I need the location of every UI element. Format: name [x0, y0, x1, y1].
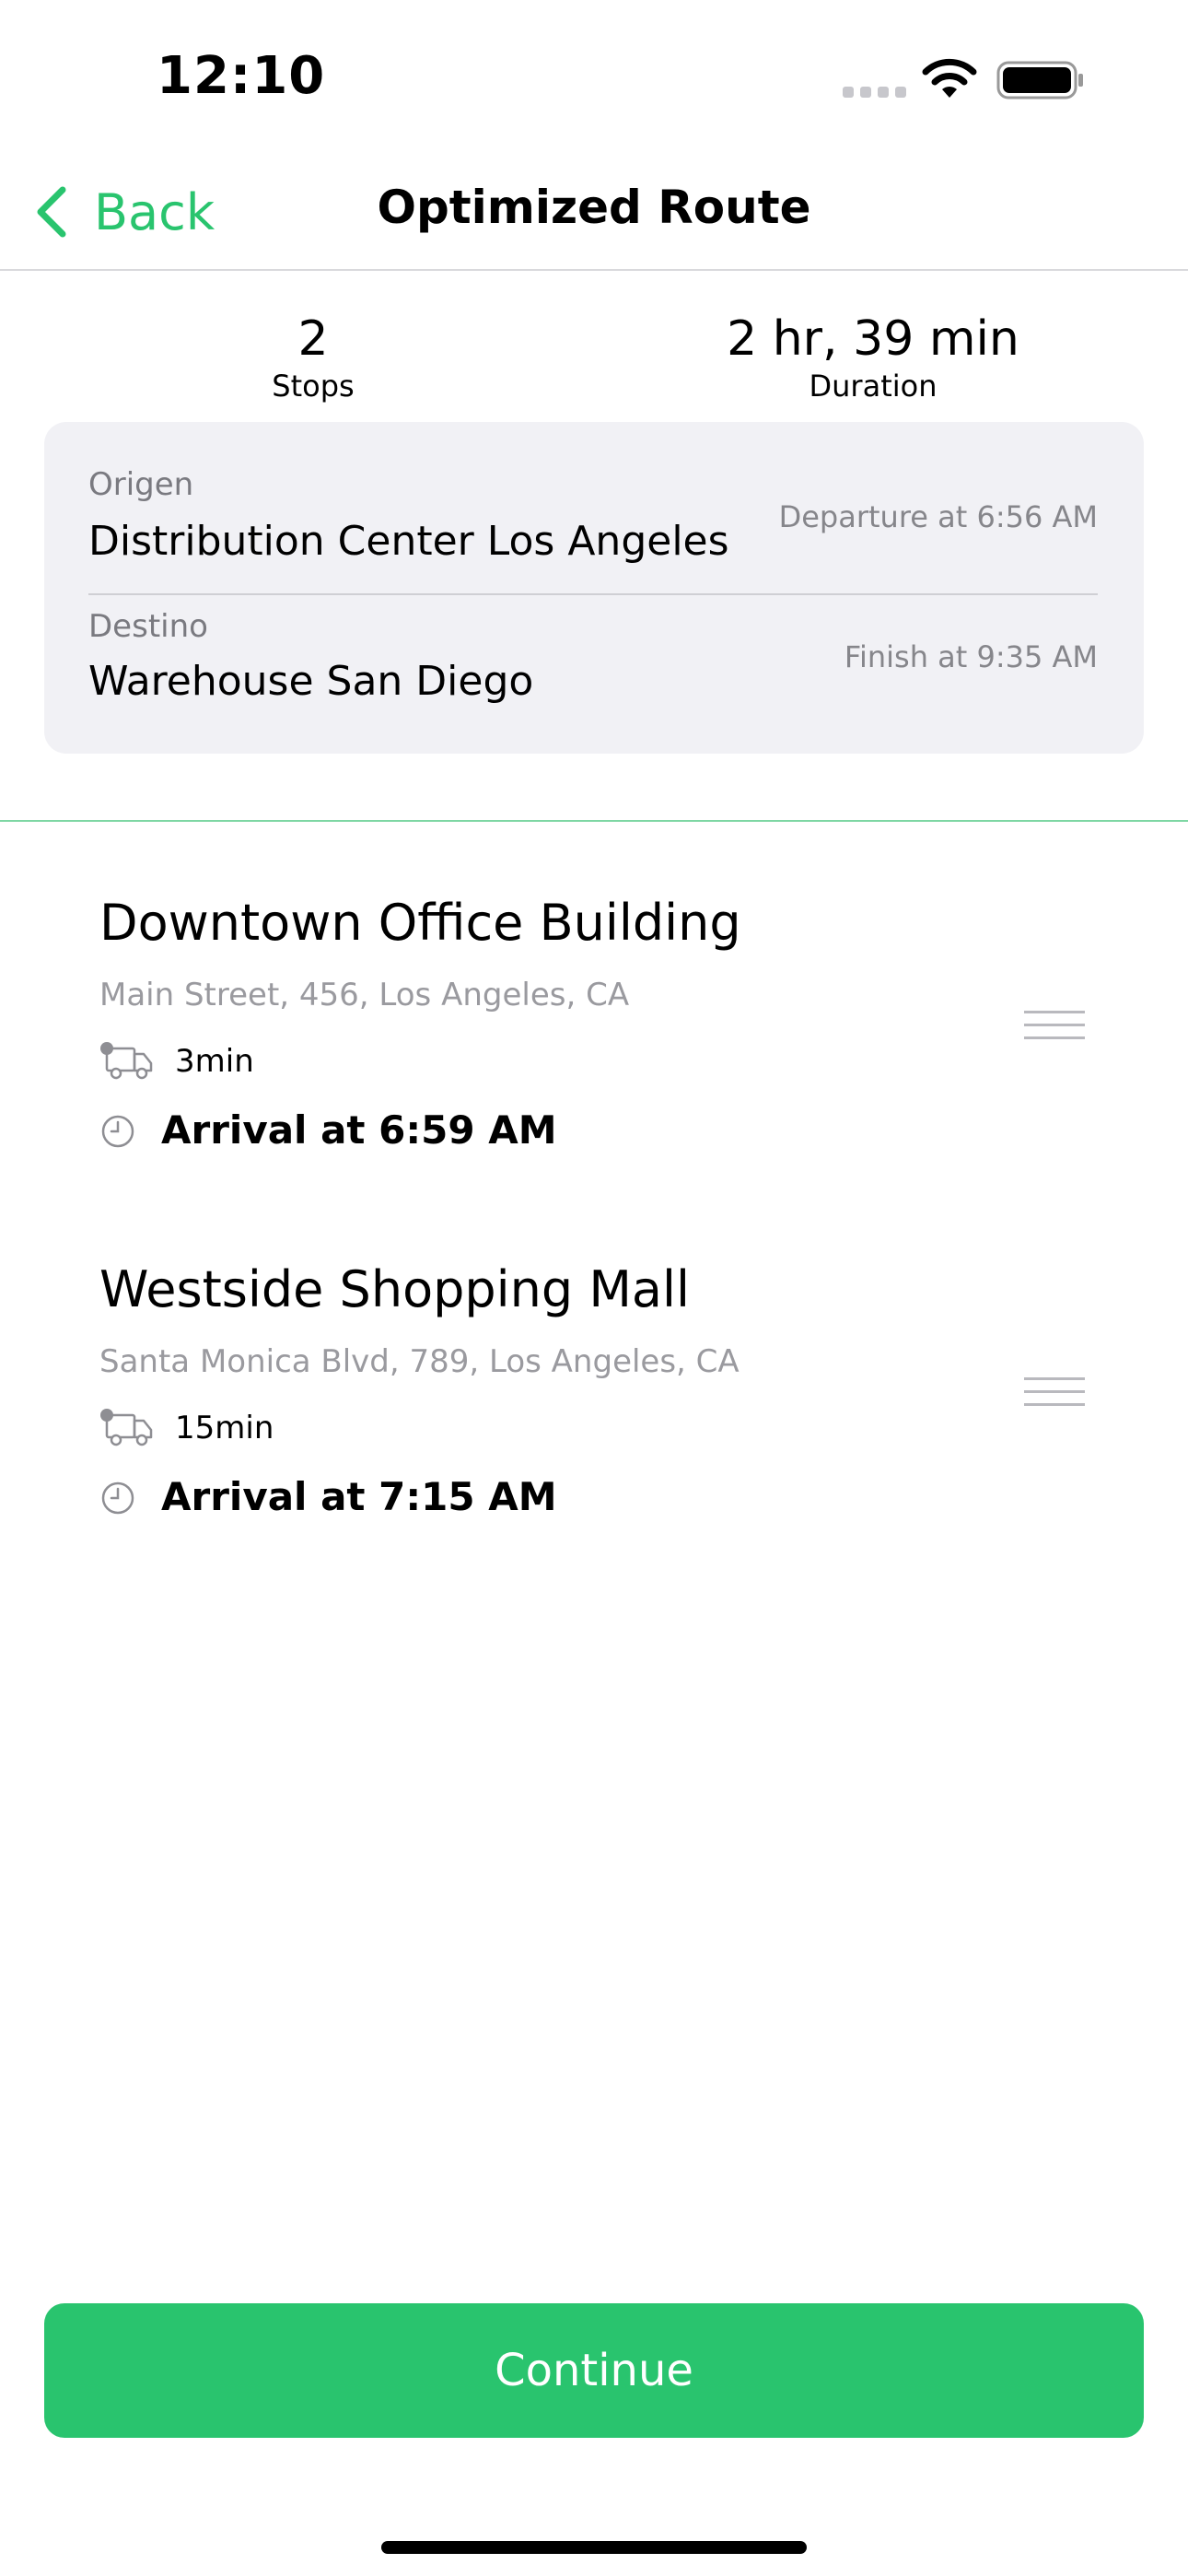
drag-handle-icon[interactable]: [1024, 1008, 1089, 1045]
stop-address: Santa Monica Blvd, 789, Los Angeles, CA: [99, 1343, 740, 1380]
stop-arrival: Arrival at 7:15 AM: [161, 1474, 557, 1519]
continue-label: Continue: [495, 2345, 693, 2396]
nav-divider: [0, 269, 1188, 271]
stop-item[interactable]: Downtown Office Building Main Street, 45…: [0, 875, 1188, 1188]
status-time: 12:10: [157, 46, 326, 106]
origin-name: Distribution Center Los Angeles: [88, 518, 729, 565]
delivery-truck-icon: [100, 1409, 153, 1446]
battery-icon: [996, 61, 1083, 100]
continue-button[interactable]: Continue: [44, 2303, 1144, 2438]
stops-summary: 2 Stops: [83, 311, 543, 404]
stops-label: Stops: [272, 369, 355, 404]
signal-dots-icon: [843, 87, 906, 98]
section-divider: [0, 820, 1188, 822]
stop-duration: 3min: [175, 1043, 254, 1080]
stop-title: Westside Shopping Mall: [99, 1260, 691, 1318]
route-card: Origen Distribution Center Los Angeles D…: [44, 422, 1144, 754]
card-divider: [88, 593, 1098, 595]
stop-duration: 15min: [175, 1410, 274, 1446]
departure-time: Departure at 6:56 AM: [778, 499, 1098, 534]
clock-icon: [101, 1115, 134, 1148]
wifi-icon: [922, 58, 977, 98]
home-indicator[interactable]: [381, 2541, 807, 2554]
duration-summary: 2 hr, 39 min Duration: [643, 311, 1103, 404]
stops-count: 2: [297, 311, 329, 367]
delivery-truck-icon: [100, 1042, 153, 1080]
page-title: Optimized Route: [377, 181, 811, 234]
duration-value: 2 hr, 39 min: [727, 311, 1019, 367]
clock-icon: [101, 1481, 134, 1515]
destination-name: Warehouse San Diego: [88, 658, 534, 705]
duration-label: Duration: [809, 369, 938, 404]
stop-item[interactable]: Westside Shopping Mall Santa Monica Blvd…: [0, 1242, 1188, 1555]
destination-label: Destino: [88, 608, 208, 645]
finish-time: Finish at 9:35 AM: [844, 639, 1098, 674]
stop-address: Main Street, 456, Los Angeles, CA: [99, 977, 630, 1013]
stop-title: Downtown Office Building: [99, 894, 741, 952]
stop-arrival: Arrival at 6:59 AM: [161, 1107, 557, 1153]
origin-label: Origen: [88, 466, 194, 503]
drag-handle-icon[interactable]: [1024, 1375, 1089, 1411]
